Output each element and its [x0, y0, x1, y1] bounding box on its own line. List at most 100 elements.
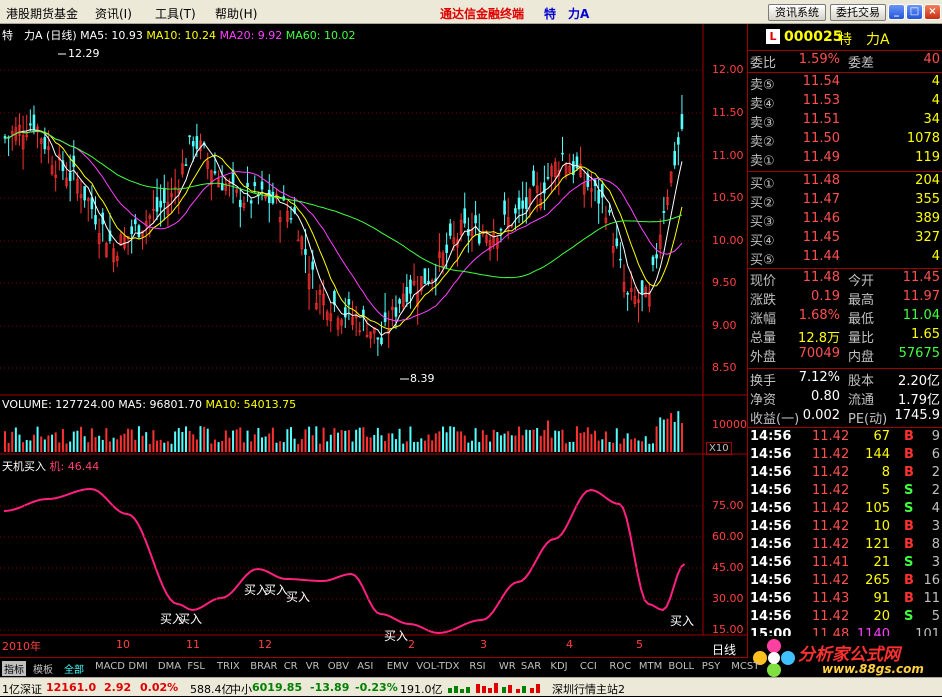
candle-body: [188, 135, 191, 138]
candle-body: [260, 181, 264, 190]
volume-bar: [101, 439, 104, 452]
tick-price: 11.42: [812, 483, 850, 498]
indicator-tab-emv[interactable]: EMV: [387, 661, 409, 672]
order-label: 买③: [750, 215, 775, 230]
price-tick: 10.50: [712, 191, 744, 204]
indicator-tab-wr[interactable]: WR: [499, 661, 516, 672]
indicator-tab-dma[interactable]: DMA: [158, 661, 181, 672]
tick-count: 3: [931, 555, 940, 570]
stat-label: 换手: [750, 374, 777, 389]
volume-bar: [170, 443, 173, 452]
volume-bar: [376, 427, 379, 452]
volume-bar: [550, 437, 553, 452]
indicator-tab-psy[interactable]: PSY: [702, 661, 721, 672]
indicator-tab-sar[interactable]: SAR: [521, 661, 541, 672]
tick-count: 6: [931, 447, 940, 462]
indicator-tab-rsi[interactable]: RSI: [469, 661, 485, 672]
period-label[interactable]: 日线: [712, 641, 736, 658]
volume-bar: [156, 440, 159, 452]
indicator-tab-brar[interactable]: BRAR: [250, 661, 277, 672]
date-label: 12: [258, 638, 272, 651]
volume-bar: [373, 434, 376, 452]
volume-bar: [626, 433, 629, 452]
price-tick: 8.50: [712, 361, 737, 374]
tick-side: B: [904, 429, 914, 444]
indicator-tab-roc[interactable]: ROC: [609, 661, 631, 672]
volume-bar: [275, 442, 278, 452]
indicator-tab-mtm[interactable]: MTM: [639, 661, 662, 672]
indicator-tab-全部[interactable]: 全部: [64, 661, 84, 676]
buy-signal: 买入: [264, 583, 289, 597]
volume-bar: [423, 440, 426, 452]
menu-news[interactable]: 资讯(I): [95, 5, 132, 22]
tick-count: 2: [931, 465, 940, 480]
kline-svg: [0, 24, 748, 636]
tick-side: S: [904, 501, 914, 516]
volume-bar: [641, 441, 644, 452]
candle-body: [398, 299, 401, 304]
tick-price: 11.42: [812, 465, 850, 480]
volume-bar: [347, 430, 350, 452]
trade-button[interactable]: 委托交易: [830, 4, 886, 21]
volume-bar: [185, 426, 187, 452]
menu-hk-futures[interactable]: 港股期货基金: [6, 5, 78, 22]
tick-price: 11.41: [812, 555, 850, 570]
indicator-tab-fsl[interactable]: FSL: [187, 661, 205, 672]
indicator-tab-trix[interactable]: TRIX: [217, 661, 240, 672]
maximize-icon[interactable]: □: [906, 4, 923, 20]
indicator-tab-模板[interactable]: 模板: [33, 661, 53, 676]
close-icon[interactable]: ×: [924, 4, 941, 20]
quote-panel: L 000025 特 力A 委比 1.59% 委差 40 卖⑤ 11.54 4 卖④ 1…: [748, 24, 942, 657]
price-tick: 9.00: [712, 319, 737, 332]
volume-bar: [72, 431, 75, 452]
candle-body: [311, 261, 315, 270]
indicator-tab-mcst[interactable]: MCST: [731, 661, 759, 672]
candle-body: [137, 225, 141, 238]
volume-bar: [637, 440, 640, 452]
status-server[interactable]: 深圳行情主站2: [552, 681, 625, 697]
indicator-tab-vol-tdx[interactable]: VOL-TDX: [416, 661, 459, 672]
candle-body: [134, 219, 137, 225]
minimize-icon[interactable]: _: [888, 4, 905, 20]
volume-bar: [242, 442, 245, 452]
indicator-tab-vr[interactable]: VR: [306, 661, 320, 672]
stat-row: 总量 12.8万 量比 1.65: [750, 327, 940, 346]
indicator-tab-macd[interactable]: MACD: [95, 661, 125, 672]
volume-bar: [561, 429, 564, 452]
menu-help[interactable]: 帮助(H): [215, 5, 257, 22]
tick-price: 11.42: [812, 447, 850, 462]
news-system-button[interactable]: 资讯系统: [768, 4, 826, 21]
indicator-tab-cr[interactable]: CR: [284, 661, 298, 672]
indicator-tab-指标[interactable]: 指标: [2, 661, 26, 676]
tick-side: B: [904, 573, 914, 588]
volume-bar: [572, 441, 575, 452]
volume-bar: [311, 435, 314, 452]
indicator-tab-asi[interactable]: ASI: [357, 661, 373, 672]
candle-body: [405, 286, 409, 302]
indicator-tab-cci[interactable]: CCI: [580, 661, 597, 672]
sell-order-row: 卖⑤ 11.54 4: [750, 74, 940, 93]
tick-row: 14:56 11.42 10 B 3: [750, 519, 940, 538]
order-price: 11.49: [802, 150, 840, 165]
volume-bar: [568, 441, 571, 452]
kline-chart-area[interactable]: 特 力A (日线) MA5: 10.93 MA10: 10.24 MA20: 9…: [0, 24, 748, 657]
candle-body: [83, 186, 86, 201]
stock-badge: L: [766, 29, 780, 44]
indicator-tab-boll[interactable]: BOLL: [668, 661, 694, 672]
candle-body: [213, 171, 217, 174]
ind-tick: 30.00: [712, 592, 744, 605]
volume-bar: [601, 439, 604, 452]
candle-body: [521, 200, 524, 209]
indicator-tab-kdj[interactable]: KDJ: [550, 661, 567, 672]
order-price: 11.45: [802, 230, 840, 245]
volume-bar: [583, 432, 586, 452]
menu-tools[interactable]: 工具(T): [155, 5, 196, 22]
candle-body: [380, 337, 383, 345]
volume-bar: [463, 435, 466, 452]
indicator-tab-obv[interactable]: OBV: [328, 661, 349, 672]
buy-order-row: 买② 11.47 355: [750, 192, 940, 211]
date-label: 2010年: [2, 640, 41, 653]
candle-body: [246, 182, 249, 188]
indicator-tab-dmi[interactable]: DMI: [128, 661, 147, 672]
price-tick: 11.00: [712, 149, 744, 162]
